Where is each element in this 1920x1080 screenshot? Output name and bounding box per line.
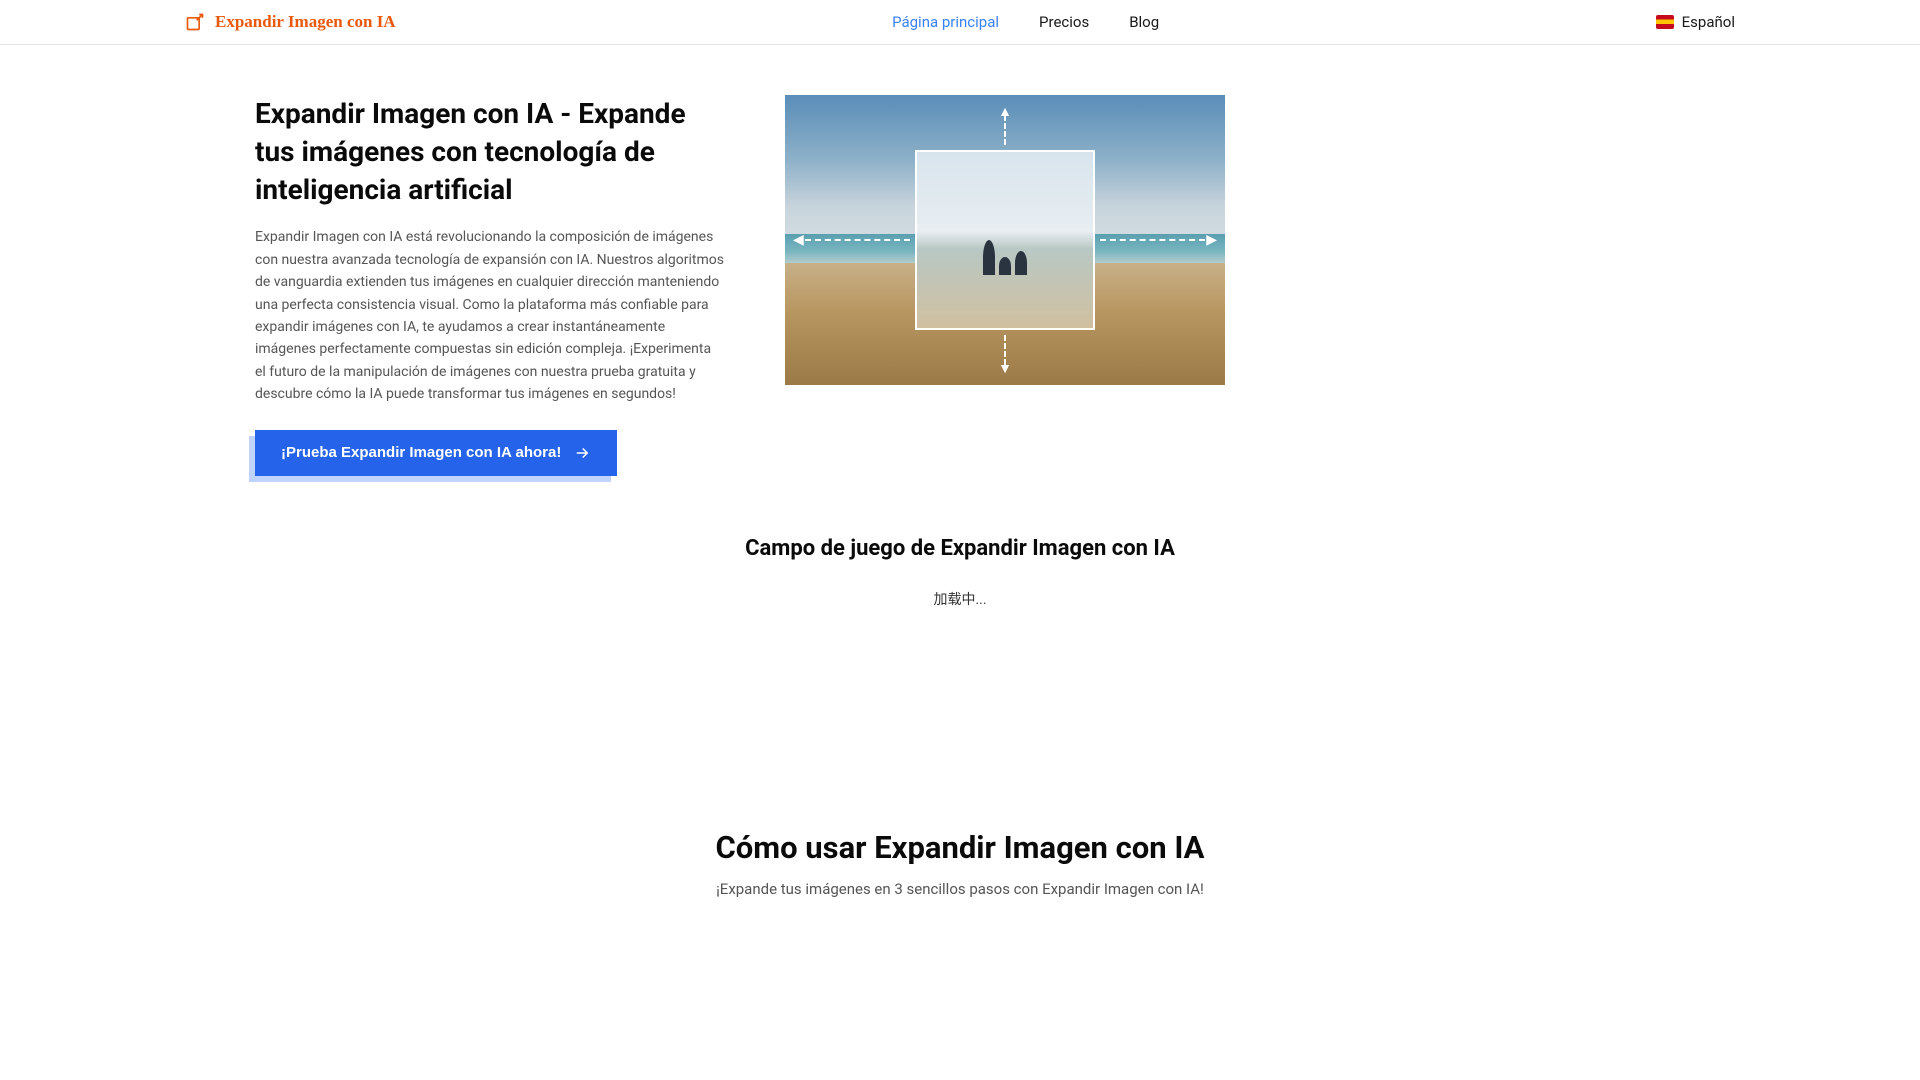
- hero-image-wrapper: ▲ ▼ ◀ ▶: [785, 95, 1225, 385]
- hero-section: Expandir Imagen con IA - Expande tus imá…: [0, 45, 1920, 516]
- hero-content: Expandir Imagen con IA - Expande tus imá…: [255, 95, 725, 476]
- hero-description: Expandir Imagen con IA está revolucionan…: [255, 226, 725, 405]
- hero-title: Expandir Imagen con IA - Expande tus imá…: [255, 95, 725, 208]
- arrow-right-icon: [573, 444, 591, 462]
- expand-right-icon: ▶: [1206, 232, 1217, 248]
- original-image-frame: [915, 150, 1095, 330]
- playground-title: Campo de juego de Expandir Imagen con IA: [0, 536, 1920, 561]
- nav-pricing[interactable]: Precios: [1039, 13, 1089, 31]
- language-label: Español: [1682, 13, 1735, 31]
- nav-blog[interactable]: Blog: [1129, 13, 1159, 31]
- logo-text: Expandir Imagen con IA: [215, 12, 396, 32]
- playground-loading: 加载中...: [0, 589, 1920, 609]
- howto-title: Cómo usar Expandir Imagen con IA: [0, 829, 1920, 866]
- language-selector[interactable]: Español: [1656, 13, 1735, 31]
- howto-section: Cómo usar Expandir Imagen con IA ¡Expand…: [0, 809, 1920, 918]
- expand-down-icon: ▼: [998, 360, 1012, 377]
- cta-label: ¡Prueba Expandir Imagen con IA ahora!: [281, 444, 561, 461]
- hero-demo-image: ▲ ▼ ◀ ▶: [785, 95, 1225, 385]
- logo-link[interactable]: Expandir Imagen con IA: [185, 12, 396, 32]
- main-nav: Página principal Precios Blog: [892, 13, 1159, 31]
- expand-left-icon: ◀: [793, 232, 804, 248]
- site-header: Expandir Imagen con IA Página principal …: [0, 0, 1920, 45]
- try-now-button[interactable]: ¡Prueba Expandir Imagen con IA ahora!: [255, 430, 617, 476]
- spain-flag-icon: [1656, 15, 1674, 29]
- expand-logo-icon: [185, 12, 205, 32]
- nav-home[interactable]: Página principal: [892, 13, 999, 31]
- expand-up-icon: ▲: [998, 103, 1012, 120]
- playground-section: Campo de juego de Expandir Imagen con IA…: [0, 516, 1920, 809]
- howto-subtitle: ¡Expande tus imágenes en 3 sencillos pas…: [0, 880, 1920, 898]
